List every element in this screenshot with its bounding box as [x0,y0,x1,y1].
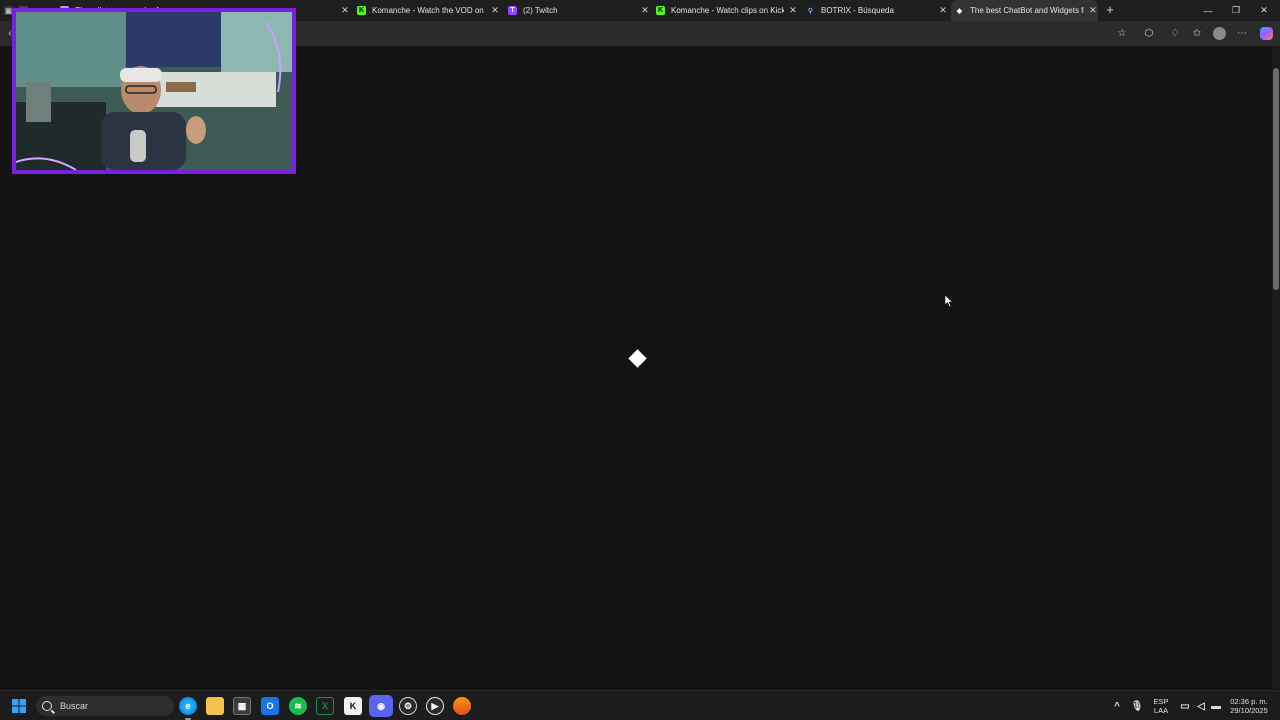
search-placeholder: Buscar [60,701,89,711]
tab-title: Komanche - Watch clips on Kick [671,6,784,15]
close-icon[interactable]: ✕ [938,5,948,16]
battery-icon[interactable]: ▬ [1207,697,1225,715]
firefox-icon[interactable] [453,697,471,715]
tray-chevron-icon[interactable]: ^ [1108,697,1126,715]
steam-icon[interactable]: ⚙ [399,697,417,715]
microphone-icon[interactable]: 🎙 [1128,697,1146,715]
tab-1[interactable]: K Komanche - Watch the VOD on Kick ✕ [354,0,500,21]
store-icon[interactable]: ▦ [233,697,251,715]
windows-taskbar: Buscar e ▦ O ≋ X K ◉ ⚙ ▶ ^ 🎙 ESP LAA ▭ ◁… [0,690,1280,720]
performance-icon[interactable]: ♢ [1167,25,1183,41]
taskbar-search[interactable]: Buscar [36,696,174,716]
spotify-icon[interactable]: ≋ [289,697,307,715]
profile-avatar-icon[interactable] [1211,25,1227,41]
tab-title: Komanche - Watch the VOD on Kick [372,6,486,15]
mouse-cursor-icon [945,295,953,307]
keyboard-layout: LAA [1153,706,1169,715]
copilot-icon[interactable] [1258,25,1274,41]
kick-icon: K [656,6,665,15]
language-indicator[interactable]: ESP LAA [1150,697,1172,715]
close-icon[interactable]: ✕ [1088,5,1098,16]
more-options-icon[interactable]: ⋯ [1234,25,1250,41]
close-icon[interactable]: ✕ [340,5,350,16]
clock-time: 02:36 p. m. [1230,697,1268,706]
outlook-icon[interactable]: O [261,697,279,715]
restore-button[interactable]: ❐ [1222,0,1250,21]
kick-icon: K [357,6,366,15]
media-player-icon[interactable]: ▶ [426,697,444,715]
webcam-overlay [12,8,296,174]
favorite-star-icon[interactable]: ☆ [1114,25,1130,41]
file-explorer-icon[interactable] [206,697,224,715]
clock[interactable]: 02:36 p. m. 29/10/2025 [1226,697,1272,715]
clock-date: 29/10/2025 [1230,706,1268,715]
discord-icon[interactable]: ◉ [369,695,393,717]
close-icon[interactable]: ✕ [788,5,798,16]
close-window-button[interactable]: ✕ [1250,0,1278,21]
close-icon[interactable]: ✕ [490,5,500,16]
minimize-button[interactable]: — [1194,0,1222,21]
search-icon [42,701,52,711]
close-icon[interactable]: ✕ [640,5,650,16]
tab-3[interactable]: K Komanche - Watch clips on Kick ✕ [653,0,798,21]
language-code: ESP [1153,697,1169,706]
tab-2[interactable]: T (2) Twitch ✕ [505,0,650,21]
tab-title: The best ChatBot and Widgets for [970,6,1084,15]
botrix-icon: ◆ [956,7,963,15]
twitch-icon: T [508,6,517,15]
windows-start-icon[interactable] [10,697,28,715]
tab-title: (2) Twitch [523,6,558,15]
scrollbar[interactable] [1272,46,1280,689]
webcam-image [16,12,292,170]
favorites-icon[interactable]: ✩ [1189,25,1205,41]
extensions-icon[interactable]: ⬡ [1141,25,1157,41]
excel-icon[interactable]: X [316,697,334,715]
edge-icon[interactable]: e [179,697,197,715]
scrollbar-thumb[interactable] [1273,68,1279,290]
loading-spinner-icon [628,349,647,368]
tab-title: BOTRIX - Búsqueda [821,6,894,15]
new-tab-button[interactable]: + [1102,2,1118,18]
search-icon: ⚲ [807,7,814,15]
tab-5-active[interactable]: ◆ The best ChatBot and Widgets for ✕ [951,0,1098,21]
capcut-icon[interactable]: K [344,697,362,715]
tab-4[interactable]: ⚲ BOTRIX - Búsqueda ✕ [803,0,948,21]
